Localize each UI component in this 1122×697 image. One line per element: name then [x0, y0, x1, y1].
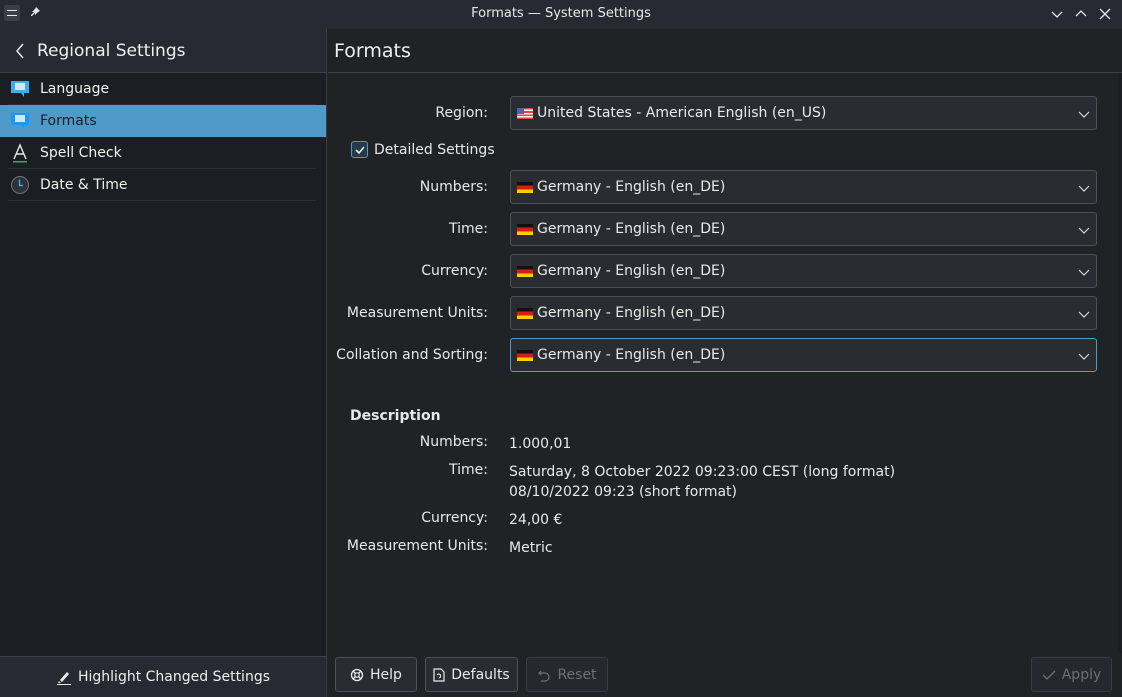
numbers-row: Numbers: Germany - English (en_DE) [328, 170, 1108, 204]
collation-value: Germany - English (en_DE) [537, 347, 726, 363]
chevron-down-icon [1078, 353, 1090, 360]
sidebar-header: Regional Settings [0, 29, 326, 73]
detailed-settings-checkbox[interactable] [351, 141, 368, 158]
apply-label: Apply [1061, 666, 1102, 683]
sidebar-list: Language Formats Spell Check Date & Time [0, 73, 326, 201]
chevron-down-icon [1051, 11, 1063, 18]
collation-row: Collation and Sorting: Germany - English… [328, 338, 1108, 372]
apply-button[interactable]: Apply [1031, 657, 1112, 692]
description-time-long: Saturday, 8 October 2022 09:23:00 CEST (… [509, 464, 896, 480]
de-flag-icon [517, 181, 533, 193]
minimize-button[interactable] [1048, 4, 1066, 24]
chevron-down-icon [1078, 311, 1090, 318]
measurement-select[interactable]: Germany - English (en_DE) [510, 296, 1097, 330]
numbers-label: Numbers: [419, 179, 488, 195]
sidebar-item-label: Spell Check [40, 145, 122, 161]
time-value: Germany - English (en_DE) [537, 221, 726, 237]
us-flag-icon [517, 107, 533, 119]
title-bar: Formats — System Settings [0, 0, 1122, 29]
chevron-down-icon [1078, 185, 1090, 192]
description-numbers-value: 1.000,01 [509, 436, 572, 452]
region-select[interactable]: United States - American English (en_US) [510, 96, 1097, 130]
sidebar-item-label: Date & Time [40, 177, 128, 193]
measurement-value: Germany - English (en_DE) [537, 305, 726, 321]
chevron-down-icon [1078, 227, 1090, 234]
back-button[interactable] [12, 41, 28, 61]
sidebar-item-label: Formats [40, 113, 97, 129]
time-row: Time: Germany - English (en_DE) [328, 212, 1108, 246]
time-select[interactable]: Germany - English (en_DE) [510, 212, 1097, 246]
numbers-select[interactable]: Germany - English (en_DE) [510, 170, 1097, 204]
scrollbar-track[interactable] [1118, 73, 1122, 653]
sidebar-item-formats[interactable]: Formats [0, 105, 326, 137]
region-label: Region: [435, 105, 488, 121]
collation-select[interactable]: Germany - English (en_DE) [510, 338, 1097, 372]
chevron-down-icon [1078, 111, 1090, 118]
de-flag-icon [517, 307, 533, 319]
chevron-left-icon [16, 43, 24, 58]
detailed-settings-label: Detailed Settings [374, 141, 495, 158]
highlight-changed-settings-button[interactable]: Highlight Changed Settings [0, 656, 326, 697]
measurement-label: Measurement Units: [346, 305, 488, 321]
clock-icon [10, 175, 30, 195]
region-value: United States - American English (en_US) [537, 105, 827, 121]
de-flag-icon [517, 223, 533, 235]
description-numbers-label: Numbers: [419, 434, 488, 450]
sidebar-item-label: Language [40, 81, 110, 97]
description-heading: Description [350, 408, 441, 424]
reset-label: Reset [557, 666, 597, 683]
time-label: Time: [449, 221, 488, 237]
region-row: Region: United States - American English… [328, 96, 1108, 130]
defaults-button[interactable]: Defaults [425, 657, 518, 692]
speech-bubble-icon [10, 111, 30, 131]
description-currency-label: Currency: [421, 510, 488, 526]
maximize-button[interactable] [1072, 4, 1090, 24]
speech-bubble-icon [10, 79, 30, 99]
window-title: Formats — System Settings [471, 6, 651, 21]
defaults-label: Defaults [451, 666, 510, 683]
sidebar-item-language[interactable]: Language [0, 73, 326, 105]
sidebar-item-spell-check[interactable]: Spell Check [0, 137, 326, 169]
chevron-up-icon [1075, 10, 1087, 17]
help-label: Help [370, 666, 402, 683]
collation-label: Collation and Sorting: [336, 347, 488, 363]
sidebar-title: Regional Settings [37, 40, 186, 61]
document-revert-icon [433, 667, 445, 682]
sidebar-item-date-time[interactable]: Date & Time [0, 169, 326, 201]
page-title: Formats [334, 39, 411, 62]
currency-value: Germany - English (en_DE) [537, 263, 726, 279]
help-icon [350, 668, 364, 682]
description-time-short: 08/10/2022 09:23 (short format) [509, 484, 737, 500]
de-flag-icon [517, 265, 533, 277]
currency-row: Currency: Germany - English (en_DE) [328, 254, 1108, 288]
close-icon [1099, 8, 1111, 20]
currency-select[interactable]: Germany - English (en_DE) [510, 254, 1097, 288]
numbers-value: Germany - English (en_DE) [537, 179, 726, 195]
description-currency-value: 24,00 € [509, 512, 563, 528]
close-button[interactable] [1096, 4, 1114, 24]
checkmark-icon [1042, 668, 1056, 682]
main-panel: Formats Region: United States - American… [328, 29, 1122, 697]
highlight-changed-settings-label: Highlight Changed Settings [77, 669, 270, 685]
help-button[interactable]: Help [335, 657, 417, 692]
de-flag-icon [517, 349, 533, 361]
measurement-row: Measurement Units: Germany - English (en… [328, 296, 1108, 330]
undo-icon [537, 668, 551, 682]
description-measurement-value: Metric [509, 540, 553, 556]
detailed-settings-checkbox-row[interactable]: Detailed Settings [351, 141, 495, 158]
spell-check-icon [10, 143, 30, 163]
currency-label: Currency: [421, 263, 488, 279]
description-time-label: Time: [449, 462, 488, 478]
description-measurement-label: Measurement Units: [346, 538, 488, 554]
highlighter-icon [56, 672, 71, 685]
checkmark-icon [354, 145, 365, 154]
reset-button[interactable]: Reset [526, 657, 608, 692]
sidebar: Regional Settings Language Formats Spell… [0, 29, 327, 697]
chevron-down-icon [1078, 269, 1090, 276]
main-header: Formats [328, 29, 1122, 73]
